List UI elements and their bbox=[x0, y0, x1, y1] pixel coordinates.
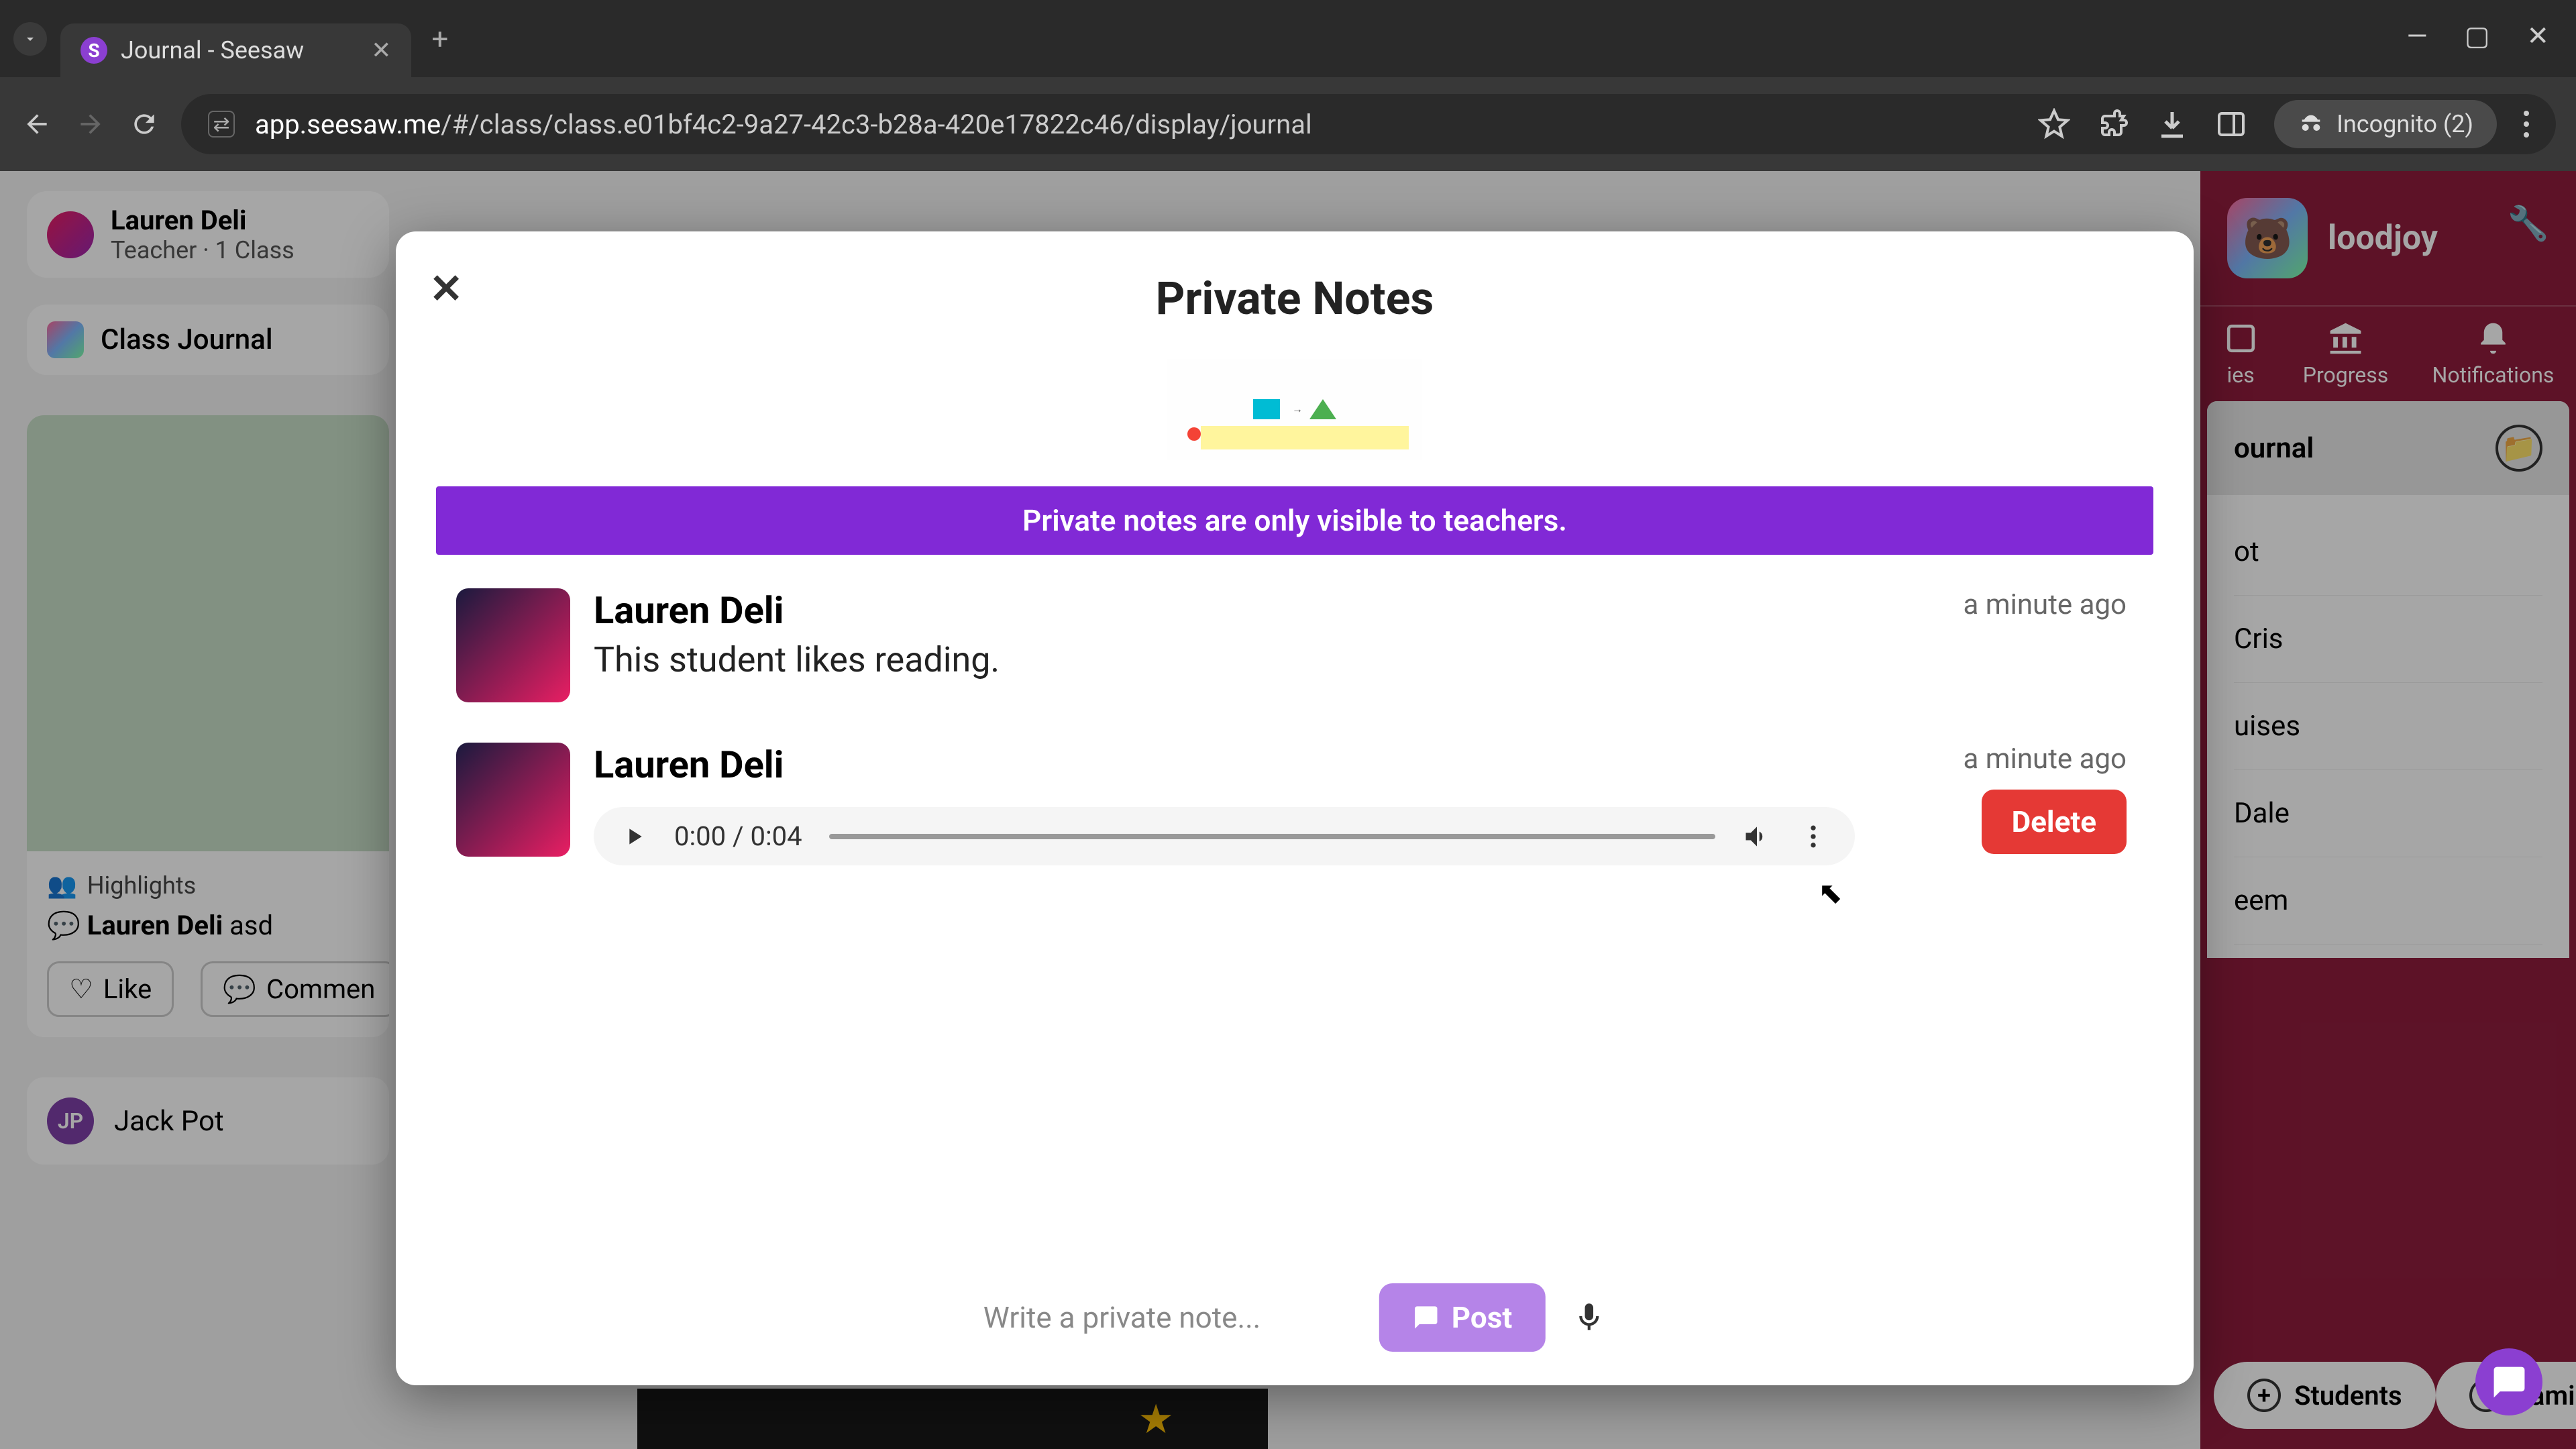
private-notes-modal: ✕ Private Notes → Private notes are only… bbox=[396, 231, 2194, 1385]
site-settings-icon[interactable]: ⇄ bbox=[208, 111, 235, 138]
modal-title: Private Notes bbox=[436, 272, 2153, 325]
incognito-badge[interactable]: Incognito (2) bbox=[2274, 100, 2497, 148]
minimize-icon[interactable]: — bbox=[2406, 20, 2427, 52]
browser-tab-strip: S Journal - Seesaw ✕ + — ▢ ✕ bbox=[0, 0, 2576, 77]
url-text: app.seesaw.me/#/class/class.e01bf4c2-9a2… bbox=[255, 109, 2018, 140]
window-controls: — ▢ ✕ bbox=[2406, 20, 2549, 52]
help-chat-fab[interactable] bbox=[2475, 1348, 2542, 1415]
close-window-icon[interactable]: ✕ bbox=[2526, 20, 2549, 52]
note-avatar bbox=[456, 743, 570, 857]
new-tab-button[interactable]: + bbox=[431, 21, 448, 56]
compose-row: Write a private note... Post bbox=[983, 1283, 1606, 1352]
post-thumbnail[interactable]: → bbox=[1167, 359, 1422, 460]
forward-button bbox=[74, 107, 107, 141]
extensions-icon[interactable] bbox=[2097, 108, 2129, 140]
tab-favicon: S bbox=[80, 37, 107, 64]
audio-seek-track[interactable] bbox=[829, 834, 1715, 839]
tab-close-icon[interactable]: ✕ bbox=[371, 36, 391, 64]
visibility-banner: Private notes are only visible to teache… bbox=[436, 486, 2153, 555]
note-author: Lauren Deli bbox=[594, 743, 2133, 787]
delete-button[interactable]: Delete bbox=[1982, 790, 2127, 854]
play-icon[interactable] bbox=[621, 823, 647, 850]
mouse-cursor: ⬉ bbox=[1818, 875, 1843, 910]
note-item: Lauren Deli 0:00 / 0:04 a minute ago Del… bbox=[436, 743, 2153, 865]
note-timestamp: a minute ago bbox=[1964, 588, 2127, 621]
note-item: Lauren Deli This student likes reading. … bbox=[436, 588, 2153, 702]
tab-search-button[interactable] bbox=[13, 22, 47, 56]
maximize-icon[interactable]: ▢ bbox=[2465, 20, 2490, 52]
back-button[interactable] bbox=[20, 107, 54, 141]
voice-note-icon[interactable] bbox=[1572, 1301, 1606, 1334]
post-button[interactable]: Post bbox=[1379, 1283, 1546, 1352]
note-text: This student likes reading. bbox=[594, 639, 2133, 680]
browser-tab[interactable]: S Journal - Seesaw ✕ bbox=[60, 23, 411, 77]
reload-button[interactable] bbox=[127, 107, 161, 141]
url-bar[interactable]: ⇄ app.seesaw.me/#/class/class.e01bf4c2-9… bbox=[181, 94, 2556, 154]
note-timestamp: a minute ago bbox=[1964, 743, 2127, 775]
side-panel-icon[interactable] bbox=[2215, 108, 2247, 140]
bookmark-star-icon[interactable] bbox=[2038, 108, 2070, 140]
address-bar: ⇄ app.seesaw.me/#/class/class.e01bf4c2-9… bbox=[0, 77, 2576, 171]
volume-icon[interactable] bbox=[1742, 822, 1772, 851]
audio-more-icon[interactable] bbox=[1799, 822, 1828, 851]
audio-time: 0:00 / 0:04 bbox=[674, 820, 802, 852]
note-avatar bbox=[456, 588, 570, 702]
modal-close-icon[interactable]: ✕ bbox=[429, 265, 463, 313]
downloads-icon[interactable] bbox=[2156, 108, 2188, 140]
audio-player: 0:00 / 0:04 bbox=[594, 807, 1855, 865]
browser-menu-icon[interactable] bbox=[2524, 111, 2529, 138]
tab-title: Journal - Seesaw bbox=[121, 36, 304, 64]
note-author: Lauren Deli bbox=[594, 588, 2133, 633]
note-input[interactable]: Write a private note... bbox=[983, 1300, 1352, 1335]
